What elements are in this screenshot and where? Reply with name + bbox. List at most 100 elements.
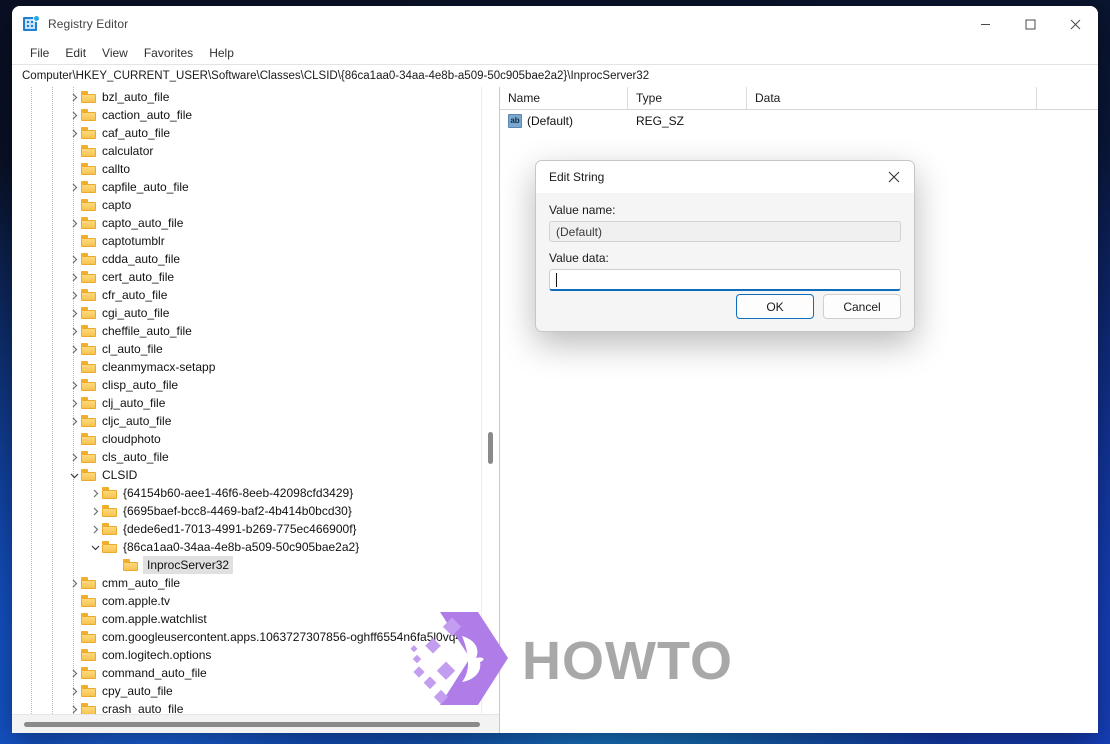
tree-item[interactable]: cls_auto_file	[12, 448, 482, 466]
tree-item[interactable]: {6695baef-bcc8-4469-baf2-4b414b0bcd30}	[12, 502, 482, 520]
chevron-right-icon[interactable]	[68, 664, 81, 682]
chevron-right-icon[interactable]	[68, 304, 81, 322]
tree-item-selected[interactable]: InprocServer32	[12, 556, 482, 574]
tree-item[interactable]: com.apple.tv	[12, 592, 482, 610]
chevron-right-icon[interactable]	[89, 502, 102, 520]
chevron-right-icon[interactable]	[68, 250, 81, 268]
tree-item[interactable]: cheffile_auto_file	[12, 322, 482, 340]
tree-horizontal-scrollbar[interactable]	[12, 714, 499, 733]
tree-item[interactable]: cgi_auto_file	[12, 304, 482, 322]
menu-file[interactable]: File	[22, 44, 57, 62]
window-controls	[963, 6, 1098, 42]
chevron-down-icon[interactable]	[68, 466, 81, 484]
tree-item[interactable]: bzl_auto_file	[12, 88, 482, 106]
tree-item[interactable]: com.apple.watchlist	[12, 610, 482, 628]
tree-leaf-connector	[68, 628, 81, 646]
chevron-right-icon[interactable]	[68, 340, 81, 358]
chevron-right-icon[interactable]	[68, 88, 81, 106]
tree-item[interactable]: cljc_auto_file	[12, 412, 482, 430]
tree-vertical-scroll-thumb[interactable]	[488, 432, 493, 464]
tree-item[interactable]: clisp_auto_file	[12, 376, 482, 394]
table-row[interactable]: ab (Default) REG_SZ	[500, 110, 1098, 132]
value-name-label: Value name:	[549, 203, 616, 217]
chevron-right-icon[interactable]	[89, 484, 102, 502]
folder-icon	[81, 343, 96, 355]
menu-favorites[interactable]: Favorites	[136, 44, 201, 62]
tree-item[interactable]: cdda_auto_file	[12, 250, 482, 268]
chevron-right-icon[interactable]	[68, 574, 81, 592]
tree-item-label: crash_auto_file	[102, 702, 184, 715]
tree-item[interactable]: capfile_auto_file	[12, 178, 482, 196]
chevron-right-icon[interactable]	[68, 682, 81, 700]
tree-item[interactable]: com.googleusercontent.apps.1063727307856…	[12, 628, 482, 646]
chevron-down-icon[interactable]	[89, 538, 102, 556]
chevron-right-icon[interactable]	[68, 700, 81, 715]
column-header-data[interactable]: Data	[747, 87, 1037, 109]
maximize-button[interactable]	[1008, 6, 1053, 42]
cancel-button[interactable]: Cancel	[823, 294, 901, 319]
tree-item[interactable]: caction_auto_file	[12, 106, 482, 124]
chevron-right-icon[interactable]	[68, 214, 81, 232]
minimize-button[interactable]	[963, 6, 1008, 42]
tree-item[interactable]: {64154b60-aee1-46f6-8eeb-42098cfd3429}	[12, 484, 482, 502]
edit-string-dialog: Edit String Value name: (Default) Value …	[535, 160, 915, 332]
chevron-right-icon[interactable]	[89, 520, 102, 538]
menu-bar: File Edit View Favorites Help	[12, 42, 1098, 64]
chevron-right-icon[interactable]	[68, 376, 81, 394]
folder-icon	[81, 307, 96, 319]
tree-item[interactable]: cl_auto_file	[12, 340, 482, 358]
tree-item[interactable]: capto_auto_file	[12, 214, 482, 232]
folder-icon	[81, 685, 96, 697]
value-data-input[interactable]	[549, 269, 901, 291]
tree-item[interactable]: {dede6ed1-7013-4991-b269-775ec466900f}	[12, 520, 482, 538]
tree-item[interactable]: calculator	[12, 142, 482, 160]
tree-item[interactable]: command_auto_file	[12, 664, 482, 682]
tree-item-label: capto_auto_file	[102, 216, 184, 230]
ok-button[interactable]: OK	[736, 294, 814, 319]
tree-item[interactable]: captotumblr	[12, 232, 482, 250]
tree-item[interactable]: clj_auto_file	[12, 394, 482, 412]
tree-item[interactable]: cloudphoto	[12, 430, 482, 448]
chevron-right-icon[interactable]	[68, 322, 81, 340]
column-header-name[interactable]: Name	[500, 87, 628, 109]
tree-item[interactable]: callto	[12, 160, 482, 178]
chevron-right-icon[interactable]	[68, 106, 81, 124]
menu-view[interactable]: View	[94, 44, 136, 62]
tree-item[interactable]: cert_auto_file	[12, 268, 482, 286]
tree-item[interactable]: cleanmymacx-setapp	[12, 358, 482, 376]
tree-item[interactable]: cpy_auto_file	[12, 682, 482, 700]
column-header-type[interactable]: Type	[628, 87, 747, 109]
chevron-right-icon[interactable]	[68, 178, 81, 196]
close-button[interactable]	[1053, 6, 1098, 42]
tree-item[interactable]: cmm_auto_file	[12, 574, 482, 592]
address-bar[interactable]: Computer\HKEY_CURRENT_USER\Software\Clas…	[12, 64, 1098, 88]
window-title: Registry Editor	[48, 17, 129, 31]
folder-icon	[81, 289, 96, 301]
dialog-title-bar: Edit String	[536, 161, 914, 193]
menu-help[interactable]: Help	[201, 44, 242, 62]
chevron-right-icon[interactable]	[68, 286, 81, 304]
tree-vertical-scrollbar[interactable]	[481, 87, 499, 715]
tree-item[interactable]: caf_auto_file	[12, 124, 482, 142]
tree-item[interactable]: {86ca1aa0-34aa-4e8b-a509-50c905bae2a2}	[12, 538, 482, 556]
folder-icon	[81, 613, 96, 625]
tree-item-label: {6695baef-bcc8-4469-baf2-4b414b0bcd30}	[123, 504, 352, 518]
close-icon[interactable]	[874, 161, 914, 193]
tree-item[interactable]: capto	[12, 196, 482, 214]
chevron-right-icon[interactable]	[68, 448, 81, 466]
chevron-right-icon[interactable]	[68, 124, 81, 142]
tree-item-label: com.logitech.options	[102, 648, 212, 662]
registry-tree[interactable]: bzl_auto_file caction_auto_file caf_auto_f…	[12, 87, 482, 715]
tree-item[interactable]: CLSID	[12, 466, 482, 484]
tree-item[interactable]: crash_auto_file	[12, 700, 482, 715]
tree-horizontal-scroll-thumb[interactable]	[24, 722, 480, 727]
chevron-right-icon[interactable]	[68, 412, 81, 430]
menu-edit[interactable]: Edit	[57, 44, 94, 62]
registry-editor-window: Registry Editor File Edit View Favorites…	[12, 6, 1098, 733]
tree-item[interactable]: cfr_auto_file	[12, 286, 482, 304]
chevron-right-icon[interactable]	[68, 394, 81, 412]
tree-item-label: cljc_auto_file	[102, 414, 172, 428]
tree-item[interactable]: com.logitech.options	[12, 646, 482, 664]
chevron-right-icon[interactable]	[68, 268, 81, 286]
tree-item-label: cloudphoto	[102, 432, 161, 446]
